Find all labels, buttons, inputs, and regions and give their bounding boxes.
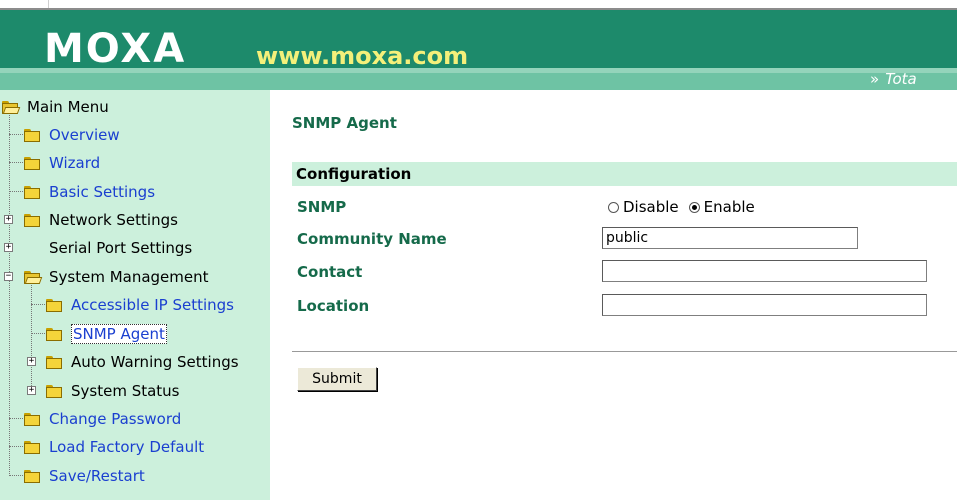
contact-label: Contact bbox=[297, 263, 363, 281]
plus-box-icon[interactable]: + bbox=[27, 386, 36, 395]
moxa-logo: MOXA bbox=[44, 26, 187, 72]
tree-h bbox=[31, 333, 47, 334]
plus-box-icon[interactable]: + bbox=[4, 243, 13, 252]
website-url[interactable]: www.moxa.com bbox=[256, 42, 468, 70]
folder-icon bbox=[46, 298, 63, 312]
tree-h bbox=[9, 134, 25, 135]
tree-h bbox=[9, 418, 25, 419]
header-tagline-text: Tota bbox=[885, 70, 917, 88]
tree-h bbox=[9, 446, 25, 447]
sidebar-item-label: Save/Restart bbox=[49, 467, 145, 485]
sidebar-item-save-restart[interactable]: Save/Restart bbox=[24, 465, 145, 487]
folder-icon bbox=[24, 213, 41, 227]
sidebar-item-label: Serial Port Settings bbox=[49, 239, 193, 257]
folder-icon bbox=[24, 185, 41, 199]
sidebar-item-system-management[interactable]: System Management bbox=[24, 266, 209, 288]
sidebar-item-label: Main Menu bbox=[27, 98, 109, 116]
sidebar-item-label: Overview bbox=[49, 126, 120, 144]
sidebar-item-label: Basic Settings bbox=[49, 183, 156, 201]
open-folder-icon bbox=[24, 270, 43, 284]
location-label: Location bbox=[297, 297, 370, 315]
community-name-input[interactable] bbox=[602, 227, 858, 249]
header-banner: MOXA www.moxa.com » Tota bbox=[0, 10, 957, 90]
tree-line-system bbox=[31, 280, 32, 392]
section-header: Configuration bbox=[292, 162, 957, 186]
sidebar-tree: Main Menu Overview Wizard Basic Settings… bbox=[0, 90, 270, 500]
window-top-strip bbox=[0, 0, 957, 10]
submit-button[interactable]: Submit bbox=[297, 367, 377, 391]
sidebar-item-serial-port-settings[interactable]: Serial Port Settings bbox=[49, 237, 192, 259]
sidebar-item-wizard[interactable]: Wizard bbox=[24, 152, 100, 174]
folder-icon bbox=[24, 469, 41, 483]
folder-icon bbox=[24, 156, 41, 170]
plus-box-icon[interactable]: + bbox=[4, 215, 13, 224]
sidebar-item-label: Network Settings bbox=[49, 211, 178, 229]
tree-h bbox=[9, 475, 25, 476]
snmp-enable-option[interactable]: Enable bbox=[688, 198, 755, 216]
plus-box-icon[interactable]: + bbox=[27, 357, 36, 366]
tree-line-root bbox=[9, 112, 10, 476]
folder-icon bbox=[46, 327, 63, 341]
tree-h bbox=[9, 191, 25, 192]
snmp-enable-radio[interactable] bbox=[688, 201, 700, 213]
sidebar-item-label: Change Password bbox=[49, 410, 182, 428]
snmp-disable-option[interactable]: Disable bbox=[608, 198, 679, 216]
sidebar-item-basic-settings[interactable]: Basic Settings bbox=[24, 181, 155, 203]
double-chevron-icon: » bbox=[870, 70, 880, 88]
tree-h bbox=[9, 162, 25, 163]
sidebar-item-label: Accessible IP Settings bbox=[71, 296, 234, 314]
sidebar-item-load-factory-default[interactable]: Load Factory Default bbox=[24, 436, 204, 458]
sidebar-item-main-menu[interactable]: Main Menu bbox=[2, 96, 109, 118]
sidebar-item-auto-warning-settings[interactable]: Auto Warning Settings bbox=[46, 351, 239, 373]
form-divider bbox=[292, 351, 957, 352]
sidebar-item-label: Wizard bbox=[49, 154, 101, 172]
sidebar-item-overview[interactable]: Overview bbox=[24, 124, 120, 146]
snmp-enable-label: Enable bbox=[703, 198, 755, 216]
folder-icon bbox=[24, 128, 41, 142]
contact-input[interactable] bbox=[602, 260, 927, 282]
sidebar-item-label: System Status bbox=[71, 382, 180, 400]
folder-icon bbox=[46, 355, 63, 369]
sidebar-item-change-password[interactable]: Change Password bbox=[24, 408, 181, 430]
minus-box-icon[interactable]: − bbox=[4, 272, 13, 281]
sidebar-item-snmp-agent[interactable]: SNMP Agent bbox=[46, 323, 167, 345]
sidebar-item-label: SNMP Agent bbox=[71, 324, 167, 344]
header-tagline: » Tota bbox=[870, 70, 917, 88]
page-title: SNMP Agent bbox=[292, 114, 397, 132]
sidebar-item-accessible-ip-settings[interactable]: Accessible IP Settings bbox=[46, 294, 234, 316]
sidebar-item-label: Load Factory Default bbox=[49, 438, 205, 456]
folder-icon bbox=[24, 412, 41, 426]
section-title: Configuration bbox=[296, 165, 412, 183]
sidebar-item-network-settings[interactable]: Network Settings bbox=[24, 209, 178, 231]
sidebar-item-system-status[interactable]: System Status bbox=[46, 380, 180, 402]
header-band bbox=[0, 68, 957, 90]
sidebar-item-label: System Management bbox=[49, 268, 209, 286]
open-folder-icon bbox=[2, 100, 21, 114]
folder-icon bbox=[46, 384, 63, 398]
snmp-disable-label: Disable bbox=[623, 198, 679, 216]
main-content: SNMP Agent Configuration SNMP Disable En… bbox=[270, 90, 957, 500]
snmp-disable-radio[interactable] bbox=[608, 201, 619, 213]
snmp-label: SNMP bbox=[297, 198, 347, 216]
header-band-strip bbox=[0, 68, 957, 73]
location-input[interactable] bbox=[602, 294, 927, 316]
tree-h bbox=[31, 304, 47, 305]
community-name-label: Community Name bbox=[297, 230, 447, 248]
folder-icon bbox=[24, 440, 41, 454]
sidebar-item-label: Auto Warning Settings bbox=[71, 353, 239, 371]
snmp-radio-group: Disable Enable bbox=[608, 198, 765, 216]
